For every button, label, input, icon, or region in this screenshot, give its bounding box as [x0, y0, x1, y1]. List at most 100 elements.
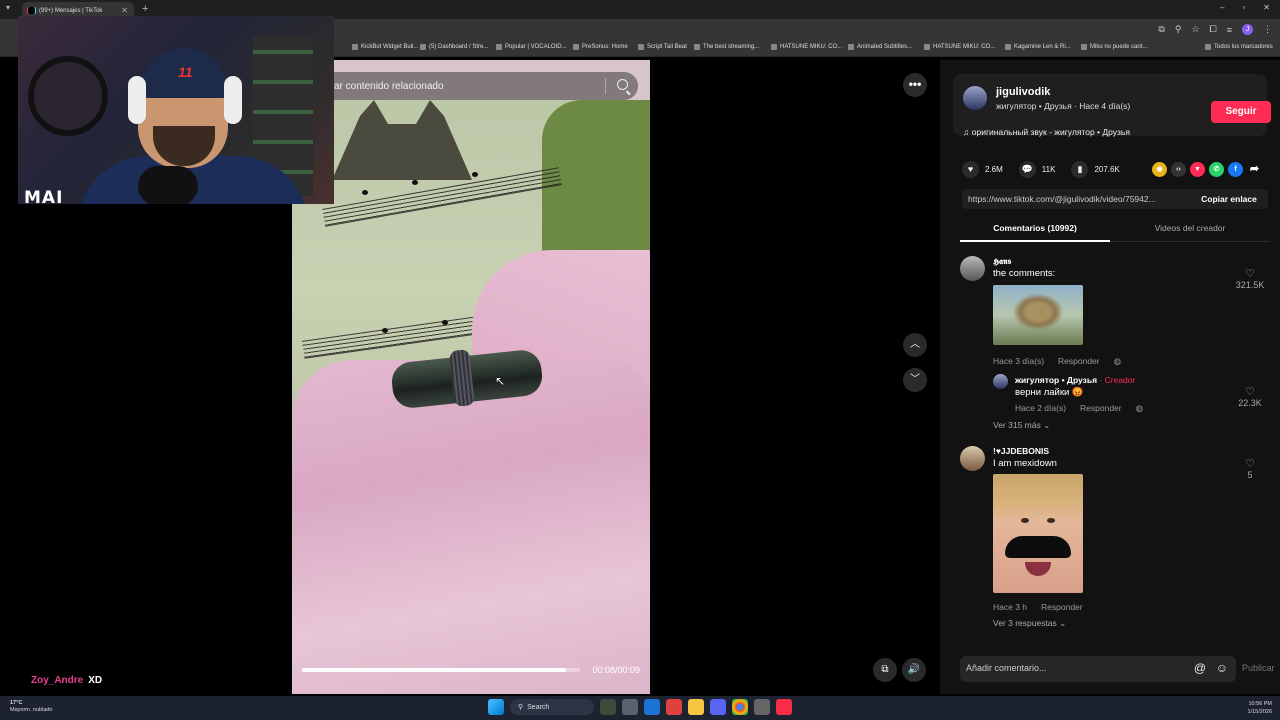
- save-stat[interactable]: ▮ 207.6K: [1071, 161, 1120, 178]
- comment-item: !♥JJDEBONIS I am mexidown Hace 3 h Respo…: [960, 446, 1270, 636]
- discord-icon[interactable]: [710, 699, 726, 715]
- whatsapp-icon[interactable]: ✆: [1209, 162, 1224, 177]
- volume-icon[interactable]: 🔊: [902, 658, 926, 682]
- weather-widget[interactable]: 17°C Mayorm. nublado: [10, 700, 53, 714]
- taskbar-apps: ⚲ Search: [488, 699, 792, 715]
- reply-like[interactable]: ♡ 22.3K: [1230, 386, 1270, 408]
- bookmark-item[interactable]: Miku no puede cant...: [1081, 44, 1147, 50]
- task-view-icon[interactable]: [622, 699, 638, 715]
- commenter-name[interactable]: 𝕳𝖆𝖓𝖘: [993, 256, 1011, 267]
- zoom-icon[interactable]: ⚲: [1175, 24, 1182, 35]
- video-player[interactable]: ar contenido relacionado ↖ 00:08/00:09: [292, 60, 650, 694]
- related-search-bar[interactable]: ar contenido relacionado: [292, 72, 638, 100]
- previous-video-icon[interactable]: ︿: [903, 333, 927, 357]
- menu-icon[interactable]: ⋮: [1263, 24, 1272, 35]
- tab-comments[interactable]: Comentarios (10992): [960, 218, 1110, 242]
- embed-icon[interactable]: ‹›: [1171, 162, 1186, 177]
- reply-button[interactable]: Responder: [1080, 403, 1122, 414]
- author-avatar[interactable]: [963, 86, 987, 110]
- heart-icon: ♥: [962, 161, 979, 178]
- chevron-down-icon: ⌄: [1043, 420, 1051, 430]
- chrome-icon[interactable]: [732, 699, 748, 715]
- comment-like[interactable]: ♡ 5: [1230, 458, 1270, 480]
- video-progress-bar[interactable]: [302, 668, 580, 672]
- search-icon[interactable]: [617, 79, 628, 90]
- all-bookmarks-folder[interactable]: Todos los marcadores: [1205, 44, 1273, 50]
- comment-stat[interactable]: 💬 11K: [1018, 161, 1055, 178]
- app-icon[interactable]: [666, 699, 682, 715]
- tiktok-icon: [28, 7, 35, 14]
- video-url[interactable]: https://www.tiktok.com/@jigulivodik/vide…: [968, 194, 1178, 204]
- bookmark-item[interactable]: (5) Dashboard / Stre...: [420, 44, 488, 50]
- bookmark-item[interactable]: The best streaming...: [694, 44, 759, 50]
- facebook-icon[interactable]: f: [1228, 162, 1243, 177]
- install-app-icon[interactable]: ⧉: [1158, 24, 1164, 35]
- profile-avatar[interactable]: J: [1242, 24, 1253, 35]
- taskbar-search[interactable]: ⚲ Search: [510, 699, 594, 715]
- music-app-icon[interactable]: [776, 699, 792, 715]
- author-subtitle: жигулятор • Друзья · Hace 4 día(s): [996, 101, 1131, 111]
- share-icon[interactable]: ➦: [1247, 162, 1262, 177]
- reply-avatar[interactable]: [993, 374, 1008, 389]
- headset-left: [128, 76, 146, 124]
- bookmark-item[interactable]: PreSonus: Home: [573, 44, 628, 50]
- close-tab-icon[interactable]: ✕: [121, 6, 128, 15]
- windows-start-icon[interactable]: [488, 699, 504, 715]
- commenter-name[interactable]: !♥JJDEBONIS: [993, 446, 1049, 456]
- heart-outline-icon: ♡: [1245, 268, 1255, 280]
- edge-icon[interactable]: [644, 699, 660, 715]
- new-tab-icon[interactable]: +: [142, 3, 148, 15]
- author-name[interactable]: jigulivodik: [996, 86, 1050, 98]
- publish-button[interactable]: Publicar: [1242, 663, 1275, 673]
- reading-list-icon[interactable]: ≡: [1227, 25, 1232, 35]
- follow-button[interactable]: Seguir: [1211, 101, 1271, 123]
- view-more-replies[interactable]: Ver 315 más ⌄: [993, 420, 1050, 431]
- mention-icon[interactable]: @: [1194, 661, 1206, 675]
- commenter-avatar[interactable]: [960, 256, 985, 281]
- comment-meta: Hace 3 h Responder: [993, 602, 1083, 612]
- comment-image[interactable]: [993, 285, 1083, 345]
- more-options-icon[interactable]: •••: [903, 73, 927, 97]
- bookmark-item[interactable]: HATSUNE MIKU: CO...: [771, 44, 842, 50]
- commenter-avatar[interactable]: [960, 446, 985, 471]
- tab-creator-videos[interactable]: Videos del creador: [1110, 218, 1270, 242]
- star-icon[interactable]: ☆: [1191, 24, 1199, 35]
- like-stat[interactable]: ♥ 2.6M: [962, 161, 1003, 178]
- tab-search-icon[interactable]: ▾: [6, 3, 10, 12]
- heart-outline-icon: ♡: [1245, 458, 1255, 470]
- file-explorer-icon[interactable]: [688, 699, 704, 715]
- coin-icon[interactable]: ◉: [1152, 162, 1167, 177]
- next-video-icon[interactable]: ﹀: [903, 368, 927, 392]
- bookmark-item[interactable]: Script Tail Beat: [638, 44, 687, 50]
- settings-icon[interactable]: [754, 699, 770, 715]
- music-info[interactable]: ♫ оригинальный звук - жигулятор • Друзья: [963, 127, 1130, 137]
- comment-input[interactable]: Añadir comentario... @ ☺: [960, 656, 1236, 682]
- bookmark-item[interactable]: HATSUNE MIKU: CO...: [924, 44, 995, 50]
- send-icon[interactable]: ▼: [1190, 162, 1205, 177]
- reply-button[interactable]: Responder: [1041, 602, 1083, 612]
- emoji-icon[interactable]: ☺: [1216, 661, 1228, 675]
- bookmark-item[interactable]: Popular | VOCALOID...: [496, 44, 567, 50]
- bookmark-item[interactable]: Animated Subtitles...: [848, 44, 912, 50]
- stats-row: ♥ 2.6M 💬 11K ▮ 207.6K: [962, 161, 1136, 178]
- floating-player-icon[interactable]: ⧉: [873, 658, 897, 682]
- minimize-icon[interactable]: –: [1220, 3, 1224, 12]
- system-clock[interactable]: 10:56 PM 1/15/2026: [1248, 700, 1272, 716]
- copy-link-button[interactable]: Copiar enlace: [1190, 189, 1268, 209]
- comment-like[interactable]: ♡ 321.5K: [1230, 268, 1270, 290]
- maximize-icon[interactable]: ▫: [1242, 3, 1245, 12]
- creator-liked-icon: ◍: [1135, 403, 1144, 413]
- widgets-icon[interactable]: [600, 699, 616, 715]
- bookmark-item[interactable]: Kagamine Len & Ri...: [1005, 44, 1071, 50]
- music-note: [472, 172, 478, 177]
- extensions-icon[interactable]: ⧠: [1210, 24, 1217, 35]
- bookmark-item[interactable]: KickBot Widget Buil...: [352, 44, 418, 50]
- reply-author[interactable]: жигулятор • Друзья · Creador: [1015, 375, 1135, 385]
- view-more-replies[interactable]: Ver 3 respuestas ⌄: [993, 618, 1066, 629]
- heart-outline-icon: ♡: [1245, 386, 1255, 398]
- reply-button[interactable]: Responder: [1058, 356, 1100, 367]
- comment-text: I am mexidown: [993, 458, 1057, 469]
- close-window-icon[interactable]: ✕: [1263, 3, 1270, 12]
- comment-image[interactable]: [993, 474, 1083, 593]
- search-icon: ⚲: [518, 704, 524, 711]
